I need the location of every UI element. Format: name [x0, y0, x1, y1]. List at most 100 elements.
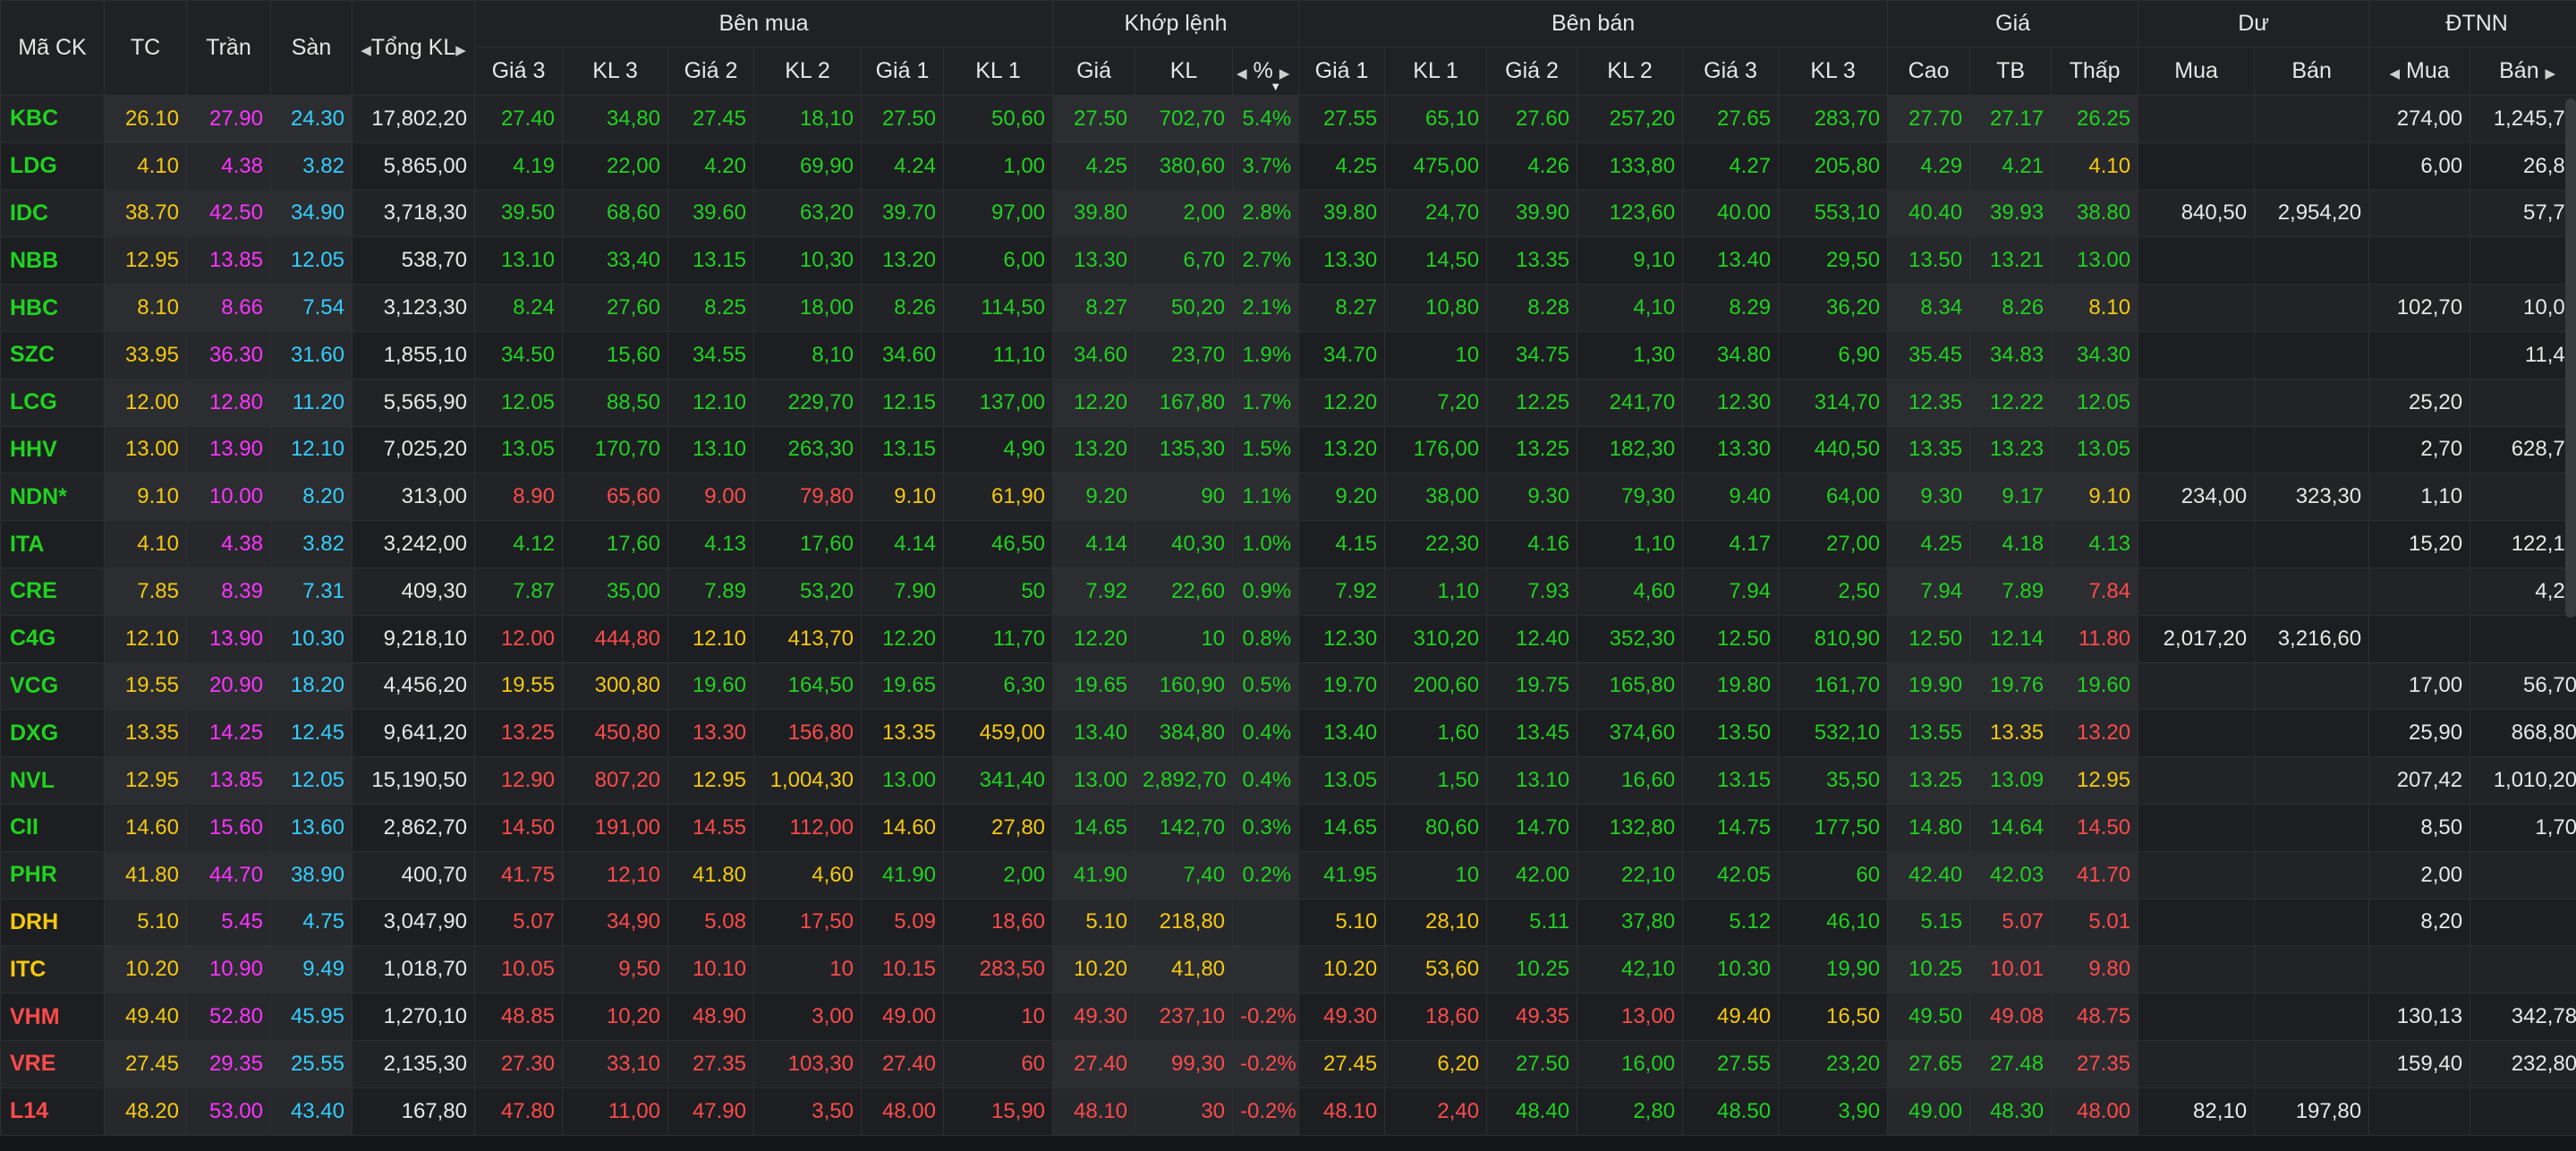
cell-symbol[interactable]: DXG — [0, 709, 105, 758]
cell-match-vol: 90 — [1135, 473, 1234, 522]
table-row[interactable]: NVL 12.95 13.85 12.05 15,190,50 12.90 807,20 12… — [0, 756, 2576, 805]
col-match-percent[interactable]: ◀ % ▶▼ — [1232, 47, 1300, 96]
table-row[interactable]: C4G 12.10 13.90 10.30 9,218,10 12.00 444,80 12.… — [0, 614, 2576, 663]
col-sell-vol-1[interactable]: KL 1 — [1384, 47, 1488, 96]
cell-symbol[interactable]: CRE — [0, 567, 105, 616]
table-row[interactable]: IDC 38.70 42.50 34.90 3,718,30 39.50 68,60 39.6… — [0, 189, 2576, 238]
cell-sell-vol-3: 161,70 — [1778, 661, 1889, 711]
cell-symbol[interactable]: NBB — [0, 236, 105, 286]
cell-ceiling: 36.30 — [186, 330, 271, 379]
col-buy-price-3[interactable]: Giá 3 — [474, 47, 563, 96]
col-sell-price-2[interactable]: Giá 2 — [1486, 47, 1578, 96]
cell-symbol[interactable]: DRH — [0, 898, 105, 947]
col-foreign-sell[interactable]: Bán ▶ — [2470, 47, 2576, 96]
col-pending-sell[interactable]: Bán — [2254, 47, 2370, 96]
col-ref-price[interactable]: TC — [104, 0, 187, 96]
cell-symbol[interactable]: VRE — [0, 1039, 105, 1088]
cell-low: 27.35 — [2051, 1039, 2139, 1088]
table-row[interactable]: HHV 13.00 13.90 12.10 7,025,20 13.05 170,70 13.… — [0, 425, 2576, 474]
cell-symbol[interactable]: ITA — [0, 520, 105, 568]
col-foreign-buy[interactable]: ◀ Mua — [2368, 47, 2471, 96]
col-average[interactable]: TB — [1969, 47, 2053, 96]
cell-sell-vol-3: 2,50 — [1778, 567, 1889, 616]
cell-symbol[interactable]: PHR — [0, 850, 105, 899]
right-arrow-icon[interactable]: ▶ — [455, 43, 466, 58]
cell-symbol[interactable]: CII — [0, 803, 105, 852]
cell-pending-buy — [2138, 520, 2256, 568]
col-total-volume[interactable]: ◀Tổng KL▶ — [352, 0, 475, 96]
cell-symbol[interactable]: NDN* — [0, 473, 105, 522]
col-floor-price[interactable]: Sàn — [270, 0, 353, 96]
left-arrow-icon[interactable]: ◀ — [2390, 66, 2401, 81]
sort-desc-icon[interactable]: ▼ — [1270, 80, 1281, 93]
col-ceiling-price[interactable]: Trần — [186, 0, 271, 96]
table-row[interactable]: HBC 8.10 8.66 7.54 3,123,30 8.24 27,60 8.25 18,0… — [0, 284, 2576, 332]
col-buy-vol-2[interactable]: KL 2 — [753, 47, 862, 96]
col-sell-price-3[interactable]: Giá 3 — [1682, 47, 1780, 96]
table-row[interactable]: DRH 5.10 5.45 4.75 3,047,90 5.07 34,90 5.08 17,5… — [0, 898, 2576, 947]
col-sell-price-1[interactable]: Giá 1 — [1298, 47, 1386, 96]
table-row[interactable]: DXG 13.35 14.25 12.45 9,641,20 13.25 450,80 13.… — [0, 709, 2576, 758]
cell-buy-vol-2: 10 — [753, 945, 862, 994]
col-buy-vol-3[interactable]: KL 3 — [562, 47, 668, 96]
left-arrow-icon[interactable]: ◀ — [1237, 66, 1247, 81]
vertical-scrollbar[interactable] — [2565, 98, 2576, 618]
table-row[interactable]: LCG 12.00 12.80 11.20 5,565,90 12.05 88,50 12.1… — [0, 378, 2576, 427]
table-row[interactable]: LDG 4.10 4.38 3.82 5,865,00 4.19 22,00 4.20 69,9… — [0, 141, 2576, 191]
cell-floor: 9.49 — [270, 945, 353, 994]
table-row[interactable]: CII 14.60 15.60 13.60 2,862,70 14.50 191,00 14.… — [0, 803, 2576, 852]
cell-symbol[interactable]: HBC — [0, 284, 105, 332]
table-row[interactable]: VRE 27.45 29.35 25.55 2,135,30 27.30 33,10 27.3… — [0, 1039, 2576, 1088]
cell-buy-vol-2: 4,60 — [753, 850, 862, 899]
cell-sell-vol-2: 22,10 — [1577, 850, 1684, 899]
cell-symbol[interactable]: LDG — [0, 141, 105, 191]
col-pending-buy[interactable]: Mua — [2138, 47, 2256, 96]
col-match-vol[interactable]: KL — [1135, 47, 1234, 96]
cell-buy-price-1: 9.10 — [861, 473, 944, 522]
cell-symbol[interactable]: VHM — [0, 993, 105, 1041]
cell-symbol[interactable]: KBC — [0, 95, 105, 143]
cell-sell-vol-2: 2,80 — [1577, 1087, 1684, 1136]
cell-buy-price-3: 12.05 — [474, 378, 563, 427]
cell-symbol[interactable]: SZC — [0, 330, 105, 379]
left-arrow-icon[interactable]: ◀ — [361, 43, 371, 58]
cell-symbol[interactable]: C4G — [0, 614, 105, 663]
cell-sell-vol-3: 16,50 — [1778, 993, 1889, 1041]
table-row[interactable]: KBC 26.10 27.90 24.30 17,802,20 27.40 34,80 27.… — [0, 95, 2576, 143]
cell-buy-price-2: 14.55 — [667, 803, 754, 852]
col-match-price[interactable]: Giá — [1052, 47, 1136, 96]
col-sell-vol-3[interactable]: KL 3 — [1778, 47, 1889, 96]
cell-symbol[interactable]: NVL — [0, 756, 105, 805]
cell-foreign-sell — [2470, 614, 2576, 663]
col-buy-price-2[interactable]: Giá 2 — [667, 47, 754, 96]
col-sell-vol-2[interactable]: KL 2 — [1577, 47, 1684, 96]
cell-symbol[interactable]: L14 — [0, 1087, 105, 1136]
cell-symbol[interactable]: ITC — [0, 945, 105, 994]
table-row[interactable]: VHM 49.40 52.80 45.95 1,270,10 48.85 10,20 48.9… — [0, 993, 2576, 1041]
table-row[interactable]: PHR 41.80 44.70 38.90 400,70 41.75 12,10 41.80 4… — [0, 850, 2576, 899]
right-arrow-icon[interactable]: ▶ — [2546, 66, 2556, 81]
table-row[interactable]: NDN* 9.10 10.00 8.20 313,00 8.90 65,60 9.00 79,8… — [0, 473, 2576, 522]
col-buy-price-1[interactable]: Giá 1 — [861, 47, 944, 96]
table-row[interactable]: NBB 12.95 13.85 12.05 538,70 13.10 33,40 13.15 1… — [0, 236, 2576, 286]
cell-symbol[interactable]: IDC — [0, 189, 105, 238]
table-row[interactable]: VCG 19.55 20.90 18.20 4,456,20 19.55 300,80 19.… — [0, 661, 2576, 711]
col-buy-vol-1[interactable]: KL 1 — [942, 47, 1054, 96]
table-row[interactable]: SZC 33.95 36.30 31.60 1,855,10 34.50 15,60 34.5… — [0, 330, 2576, 379]
cell-symbol[interactable]: VCG — [0, 661, 105, 711]
cell-average: 5.07 — [1969, 898, 2053, 947]
cell-symbol[interactable]: LCG — [0, 378, 105, 427]
col-high[interactable]: Cao — [1887, 47, 1971, 96]
cell-ceiling: 13.85 — [186, 756, 271, 805]
col-symbol[interactable]: Mã CK — [0, 0, 105, 96]
cell-symbol[interactable]: HHV — [0, 425, 105, 474]
cell-buy-price-2: 19.60 — [667, 661, 754, 711]
cell-sell-vol-1: 475,00 — [1384, 141, 1488, 191]
cell-match-vol: 50,20 — [1135, 284, 1234, 332]
table-row[interactable]: ITC 10.20 10.90 9.49 1,018,70 10.05 9,50 10.10 1… — [0, 945, 2576, 994]
cell-sell-vol-2: 352,30 — [1577, 614, 1684, 663]
table-row[interactable]: CRE 7.85 8.39 7.31 409,30 7.87 35,00 7.89 53,20 7… — [0, 567, 2576, 616]
col-low[interactable]: Thấp — [2051, 47, 2139, 96]
table-row[interactable]: L14 48.20 53.00 43.40 167,80 47.80 11,00 47.90 3… — [0, 1087, 2576, 1136]
table-row[interactable]: ITA 4.10 4.38 3.82 3,242,00 4.12 17,60 4.13 17,6… — [0, 520, 2576, 568]
